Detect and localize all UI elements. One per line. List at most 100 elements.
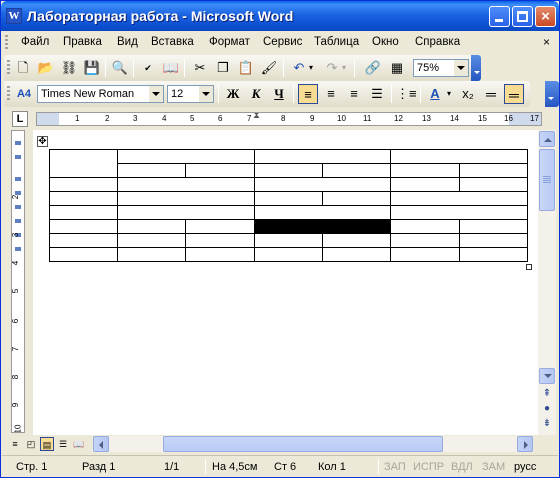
ruler-row-marker[interactable] [15,155,21,159]
table-cell[interactable] [117,163,186,178]
table-cell[interactable] [322,233,391,248]
table-cell[interactable] [459,247,528,262]
table-cell[interactable] [322,247,391,262]
justify-icon[interactable]: ☰ [367,84,387,104]
horizontal-ruler[interactable]: 1 2 3 4 5 6 7 8 9 10 11 12 13 14 15 16 1… [36,112,542,126]
table-cell[interactable] [390,163,460,178]
previous-page-icon[interactable]: ⇞ [541,388,553,402]
scroll-up-icon[interactable] [539,131,555,147]
scroll-down-icon[interactable] [539,368,555,384]
table-cell[interactable] [185,163,255,178]
menu-view[interactable]: Вид [117,36,138,48]
table-cell[interactable] [49,205,118,220]
table-move-icon[interactable]: ✥ [37,136,48,147]
table-cell[interactable] [390,177,460,192]
table-cell[interactable] [254,149,391,164]
table-cell[interactable] [49,177,118,192]
menu-table[interactable]: Таблица [314,36,359,48]
numbering-icon[interactable]: ⋮≡ [396,84,417,104]
tab-selector[interactable]: L [12,111,28,127]
document-close-icon[interactable]: × [543,35,550,49]
scroll-right-icon[interactable] [517,436,533,452]
table-cell[interactable] [459,219,528,234]
table-cell[interactable] [390,219,460,234]
table-resize-handle[interactable] [526,264,532,270]
ruler-row-marker[interactable] [15,177,21,181]
spelling-icon[interactable]: ✔ [138,58,158,78]
status-track-changes[interactable]: ИСПР [413,461,444,473]
title-bar[interactable]: Лабораторная работа - Microsoft Word × [1,1,559,31]
research-icon[interactable]: 📖 [161,58,181,78]
align-left-icon[interactable]: ≡ [298,84,318,104]
permission-icon[interactable]: ⛓ [59,58,79,78]
ruler-row-marker[interactable] [15,141,21,145]
table-cell[interactable] [185,247,255,262]
new-document-icon[interactable]: 🗋 [13,58,33,78]
status-record-macro[interactable]: ЗАП [384,461,406,473]
table-cell[interactable] [254,163,323,178]
insert-hyperlink-icon[interactable]: 🔗 [363,58,383,78]
menu-file[interactable]: Файл [21,36,49,48]
table-cell[interactable] [117,205,255,220]
borders-icon[interactable]: ═ [504,84,524,104]
zoom-combo[interactable]: 75% [413,59,469,77]
filled-table-cell[interactable] [254,219,391,234]
table-cell[interactable] [459,177,528,192]
web-view-icon[interactable]: ◰ [24,437,38,451]
table-cell[interactable] [49,149,118,178]
menu-grip[interactable] [5,35,8,51]
size-dropdown-icon[interactable] [199,86,213,102]
table-cell[interactable] [49,191,118,206]
status-overtype[interactable]: ЗАМ [482,461,505,473]
outline-view-icon[interactable]: ☰ [56,437,70,451]
document-page[interactable]: ✥ [33,130,538,435]
font-color-icon[interactable]: A [425,84,445,104]
horizontal-scroll-thumb[interactable] [163,436,443,452]
undo-dropdown-icon[interactable]: ▾ [306,58,316,78]
toolbar-grip[interactable] [7,86,10,102]
table-cell[interactable] [390,247,460,262]
table-cell[interactable] [322,191,391,206]
table-cell[interactable] [390,149,528,164]
menu-format[interactable]: Формат [209,36,250,48]
table-cell[interactable] [49,233,118,248]
toolbar-options-icon[interactable] [471,55,481,81]
ruler-row-marker[interactable] [15,247,21,251]
italic-button[interactable]: К [246,84,266,104]
table-cell[interactable] [185,233,255,248]
table-cell[interactable] [185,219,255,234]
toolbar-grip[interactable] [7,60,10,76]
menu-insert[interactable]: Вставка [151,36,194,48]
reading-view-icon[interactable]: 📖 [72,437,86,451]
indent-marker-icon[interactable]: ⧗ [253,113,260,122]
font-dropdown-icon[interactable] [149,86,163,102]
maximize-button[interactable] [512,6,533,27]
table-cell[interactable] [390,205,528,220]
menu-tools[interactable]: Сервис [263,36,302,48]
normal-view-icon[interactable]: ≡ [8,437,22,451]
table-cell[interactable] [459,233,528,248]
horizontal-line-icon[interactable]: ═ [481,84,501,104]
table-cell[interactable] [254,233,323,248]
align-center-icon[interactable]: ≡ [321,84,341,104]
tables-borders-icon[interactable]: ▦ [387,58,407,78]
table-cell[interactable] [254,191,323,206]
table-cell[interactable] [254,205,391,220]
table-cell[interactable] [117,149,255,164]
next-page-icon[interactable]: ⇟ [541,418,553,432]
status-extend-selection[interactable]: ВДЛ [451,461,473,473]
subscript-icon[interactable]: x₂ [458,84,478,104]
paste-icon[interactable]: 📋 [236,58,256,78]
zoom-dropdown-icon[interactable] [454,60,468,76]
ruler-row-marker[interactable] [15,219,21,223]
table-cell[interactable] [117,233,186,248]
table-cell[interactable] [117,247,186,262]
format-painter-icon[interactable]: 🖌 [259,58,279,78]
table-cell[interactable] [254,247,323,262]
table-cell[interactable] [117,177,255,192]
horizontal-scrollbar[interactable] [93,436,533,452]
font-color-dropdown-icon[interactable]: ▾ [444,84,454,104]
table-cell[interactable] [49,219,118,234]
table-cell[interactable] [49,247,118,262]
redo-dropdown-icon[interactable]: ▾ [339,58,349,78]
